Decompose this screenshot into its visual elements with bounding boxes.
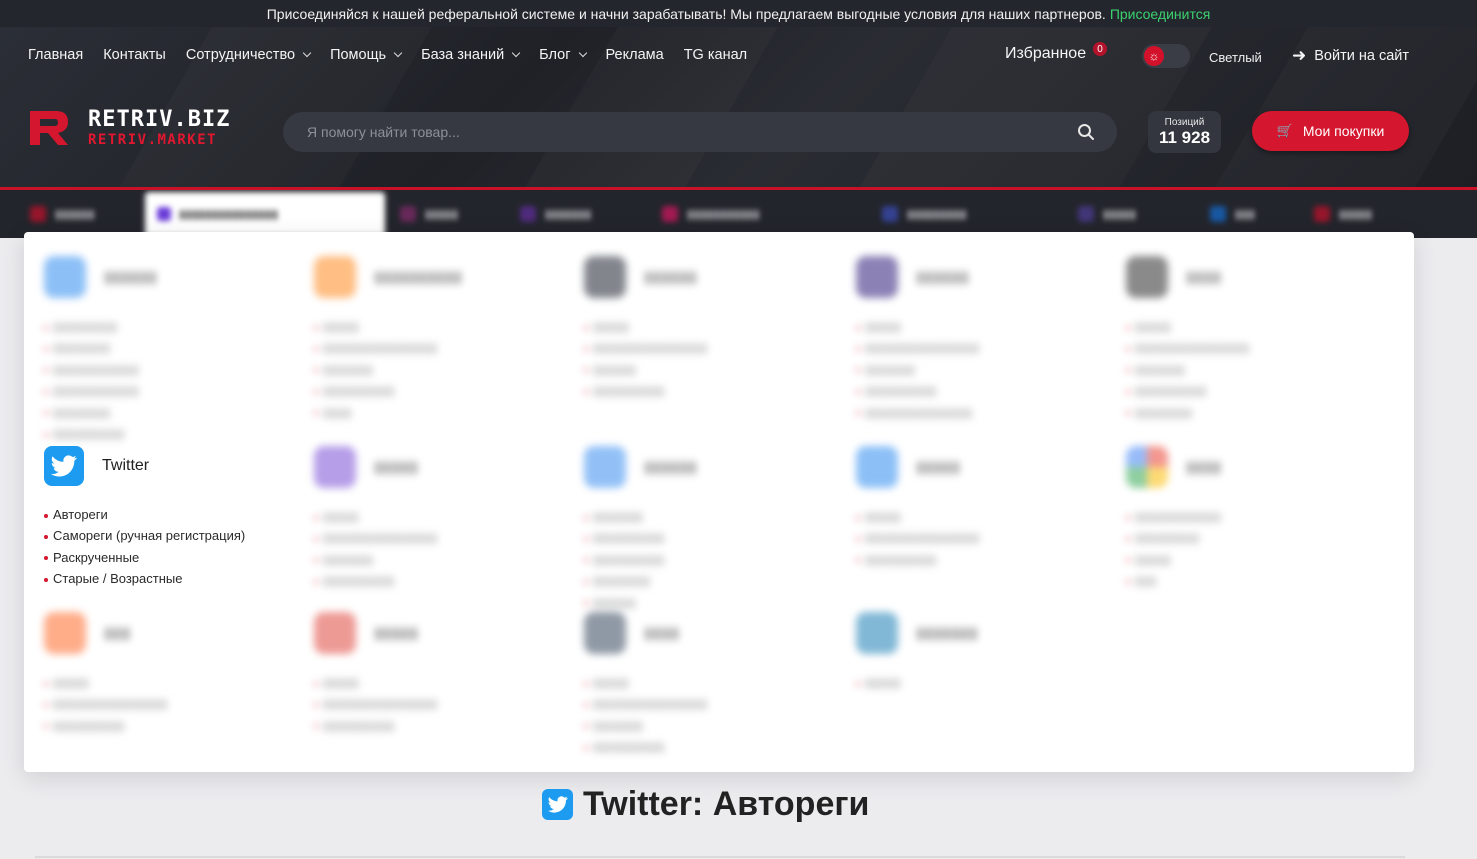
category-tab-active[interactable]: ▮▮▮▮▮▮▮▮▮▮▮▮▮▮▮ xyxy=(145,192,385,236)
nav-item-home[interactable]: Главная xyxy=(28,47,83,63)
chevron-down-icon xyxy=(302,48,312,58)
nav-item-help[interactable]: Помощь xyxy=(330,47,403,63)
nav-item-cooperation[interactable]: Сотрудничество xyxy=(186,47,312,63)
category-group[interactable]: ▮▮▮▮ ▮▮▮▮▮▮▮▮▮▮▮▮ ▮▮▮▮▮▮▮▮▮ ▮▮▮▮▮ ▮▮▮ xyxy=(1126,446,1376,592)
promo-text: Присоединяйся к нашей реферальной систем… xyxy=(266,5,1106,22)
category-group[interactable]: ▮▮▮▮▮▮ ▮▮▮▮▮▮▮▮▮▮▮▮▮▮▮▮▮▮▮▮▮▮▮▮▮▮▮▮▮▮▮▮▮… xyxy=(856,256,1106,423)
search-input[interactable] xyxy=(307,124,1067,140)
page-title-text: Twitter: Автореги xyxy=(583,785,870,823)
category-tab[interactable]: ▮▮▮▮▮▮ xyxy=(0,190,95,238)
category-tab[interactable]: ▮▮▮▮▮ xyxy=(1284,190,1372,238)
positions-counter: Позиций 11 928 xyxy=(1148,111,1221,153)
category-strip: ▮▮▮▮▮▮ ▮▮▮▮▮▮▮▮▮▮▮▮▮▮▮ ▮▮▮▮▮ ▮▮▮▮▮▮▮ ▮▮▮… xyxy=(0,190,1477,238)
nav-item-blog[interactable]: Блог xyxy=(539,47,587,63)
subcategory-link[interactable]: Старые / Возрастные xyxy=(44,568,294,589)
category-tab[interactable]: ▮▮▮▮▮▮▮▮▮ xyxy=(852,190,966,238)
positions-label: Позиций xyxy=(1164,117,1205,128)
category-tab[interactable]: ▮▮▮▮▮ xyxy=(370,190,458,238)
chevron-down-icon xyxy=(511,48,521,58)
category-tab[interactable]: ▮▮▮▮▮▮▮▮▮▮▮ xyxy=(632,190,760,238)
category-group[interactable]: ▮▮▮▮ ▮▮▮▮▮ ▮▮▮▮▮▮▮▮▮▮▮▮▮▮▮▮ ▮▮▮▮▮▮▮ ▮▮▮▮▮▮▮… xyxy=(1126,256,1376,423)
twitter-icon xyxy=(44,446,84,486)
twitter-subcategory-list: Автореги Самореги (ручная регистрация) Р… xyxy=(44,504,294,590)
category-tab[interactable]: ▮▮▮ xyxy=(1180,190,1255,238)
positions-value: 11 928 xyxy=(1158,128,1211,147)
site-header: Главная Контакты Сотрудничество Помощь Б… xyxy=(0,27,1477,187)
favorites-count-badge: 0 xyxy=(1093,42,1107,56)
logo-text-primary: RETRIV.BIZ xyxy=(88,107,231,132)
nav-item-contacts[interactable]: Контакты xyxy=(103,47,166,63)
theme-toggle[interactable]: ☼ xyxy=(1142,44,1190,68)
category-group[interactable]: ▮▮▮▮▮▮ ▮▮▮▮▮▮▮▮▮▮▮▮▮▮▮▮▮▮▮▮▮▮▮▮▮▮▮▮▮▮▮▮▮… xyxy=(584,256,834,402)
referral-promo-bar: Присоединяйся к нашей реферальной систем… xyxy=(0,0,1477,27)
arrow-right-icon: ➜ xyxy=(1292,46,1307,65)
page-title: Twitter: Автореги xyxy=(542,785,869,824)
chevron-down-icon xyxy=(393,48,403,58)
category-tab[interactable]: ▮▮▮▮▮▮▮ xyxy=(490,190,591,238)
twitter-group-title[interactable]: Twitter xyxy=(102,457,149,475)
theme-label: Светлый xyxy=(1209,50,1262,65)
sun-icon: ☼ xyxy=(1144,46,1164,66)
divider xyxy=(35,856,1405,858)
favorites-link[interactable]: Избранное 0 xyxy=(1005,42,1107,63)
category-tab[interactable]: ▮▮▮▮▮ xyxy=(1048,190,1136,238)
chevron-down-icon xyxy=(578,48,587,58)
main-nav: Главная Контакты Сотрудничество Помощь Б… xyxy=(28,47,767,63)
nav-item-ads[interactable]: Реклама xyxy=(606,47,664,63)
category-group[interactable]: ▮▮▮▮ ▮▮▮▮▮ ▮▮▮▮▮▮▮▮▮▮▮▮▮▮▮▮ ▮▮▮▮▮▮▮ ▮▮▮▮▮▮▮… xyxy=(584,612,834,758)
my-purchases-button[interactable]: 🛒 Мои покупки xyxy=(1252,111,1409,151)
login-link[interactable]: ➜ Войти на сайт xyxy=(1292,46,1409,66)
subcategory-link[interactable]: Автореги xyxy=(44,504,294,525)
promo-join-link[interactable]: Присоединится xyxy=(1110,6,1210,22)
category-dropdown-panel: ▮▮▮▮▮▮ ▮▮▮▮▮▮▮▮▮ ▮▮▮▮▮▮▮▮ ▮▮▮▮▮▮▮▮▮▮▮▮ ▮▮▮▮… xyxy=(24,232,1414,772)
my-purchases-label: Мои покупки xyxy=(1302,123,1385,139)
category-group[interactable]: ▮▮▮▮▮ ▮▮▮▮▮ ▮▮▮▮▮▮▮▮▮▮▮▮▮▮▮▮ ▮▮▮▮▮▮▮▮▮▮ xyxy=(856,446,1106,570)
category-group-twitter[interactable]: Twitter Автореги Самореги (ручная регист… xyxy=(44,446,294,590)
favorites-label: Избранное xyxy=(1005,45,1087,62)
category-group[interactable]: ▮▮▮▮▮▮ ▮▮▮▮▮▮▮▮▮▮▮▮▮▮▮▮▮▮▮▮▮▮▮▮▮▮▮▮▮▮▮▮▮… xyxy=(44,256,294,444)
search-icon[interactable] xyxy=(1077,123,1095,141)
search-bar xyxy=(283,112,1117,152)
cart-icon: 🛒 xyxy=(1276,123,1293,138)
category-group[interactable]: ▮▮▮▮▮ ▮▮▮▮▮ ▮▮▮▮▮▮▮▮▮▮▮▮▮▮▮▮ ▮▮▮▮▮▮▮▮▮▮ xyxy=(314,612,564,736)
site-logo[interactable]: RETRIV.BIZ RETRIV.MARKET xyxy=(28,107,230,149)
category-group[interactable]: ▮▮▮ ▮▮▮▮▮ ▮▮▮▮▮▮▮▮▮▮▮▮▮▮▮▮ ▮▮▮▮▮▮▮▮▮▮ xyxy=(44,612,294,736)
category-group[interactable]: ▮▮▮▮▮▮▮ ▮▮▮▮▮ xyxy=(856,612,1106,693)
subcategory-link[interactable]: Раскрученные xyxy=(44,547,294,568)
category-group[interactable]: ▮▮▮▮▮▮ ▮▮▮▮▮▮▮▮▮▮▮▮▮▮▮▮▮▮▮▮▮▮▮▮▮▮▮▮▮▮▮▮▮… xyxy=(584,446,834,613)
category-group[interactable]: ▮▮▮▮▮ ▮▮▮▮▮ ▮▮▮▮▮▮▮▮▮▮▮▮▮▮▮▮ ▮▮▮▮▮▮▮ ▮▮▮▮▮▮… xyxy=(314,446,564,592)
nav-item-knowledge-base[interactable]: База знаний xyxy=(421,47,521,63)
logo-r-icon xyxy=(28,107,70,149)
nav-item-tg-channel[interactable]: TG канал xyxy=(684,47,747,63)
twitter-icon xyxy=(542,789,573,820)
subcategory-link[interactable]: Самореги (ручная регистрация) xyxy=(44,525,294,546)
category-group[interactable]: ▮▮▮▮▮▮▮▮▮▮ ▮▮▮▮▮ ▮▮▮▮▮▮▮▮▮▮▮▮▮▮▮▮ ▮▮▮▮▮▮▮ ▮… xyxy=(314,256,564,423)
login-label: Войти на сайт xyxy=(1314,48,1410,64)
logo-text-secondary: RETRIV.MARKET xyxy=(88,132,218,148)
